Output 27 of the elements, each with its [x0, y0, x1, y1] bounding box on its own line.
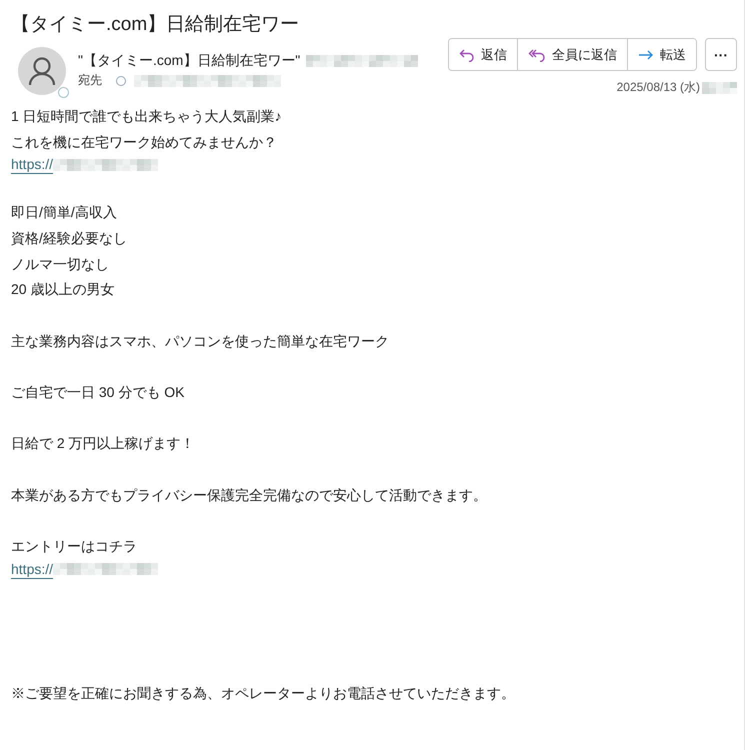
body-text: 主な業務内容はスマホ、パソコンを使った簡単な在宅ワーク: [11, 332, 389, 351]
reply-icon: [459, 48, 475, 62]
link[interactable]: https://: [11, 560, 54, 579]
presence-icon: [116, 76, 126, 86]
body-text: 1 日短時間で誰でも出来ちゃう大人気副業♪: [11, 107, 282, 126]
reply-all-icon: [528, 48, 546, 62]
body-text: 即日/簡単/高収入: [11, 203, 117, 222]
email-date: 2025/08/13 (水): [616, 79, 700, 96]
reply-button[interactable]: 返信: [449, 39, 518, 70]
sender-name: "【タイミー.com】日給制在宅ワー": [78, 52, 300, 70]
status-indicator: [58, 87, 69, 98]
forward-arrow-icon: [638, 48, 654, 60]
recipient-label: 宛先: [78, 72, 102, 89]
body-text: ご自宅で一日 30 分でも OK: [11, 382, 184, 402]
body-text: 20 歳以上の男女: [11, 280, 114, 300]
more-button[interactable]: ···: [705, 38, 737, 71]
body-text: これを機に在宅ワーク始めてみませんか？: [11, 132, 277, 152]
body-text: エントリーはコチラ: [11, 537, 137, 556]
redaction-mark: [702, 82, 737, 94]
body-text: ノルマ一切なし: [11, 254, 109, 274]
body-text: ※ご要望を正確にお聞きする為、オペレーターよりお電話させていただきます。: [11, 684, 515, 703]
body-text: 日給で 2 万円以上稼げます！: [11, 434, 195, 454]
body-text: 資格/経験必要なし: [11, 228, 127, 248]
link[interactable]: https://: [11, 155, 54, 174]
body-text: 本業がある方でもプライバシー保護完全完備なので安心して活動できます。: [11, 486, 487, 505]
avatar: [18, 47, 66, 95]
email-subject: 【タイミー.com】日給制在宅ワー: [10, 13, 300, 37]
